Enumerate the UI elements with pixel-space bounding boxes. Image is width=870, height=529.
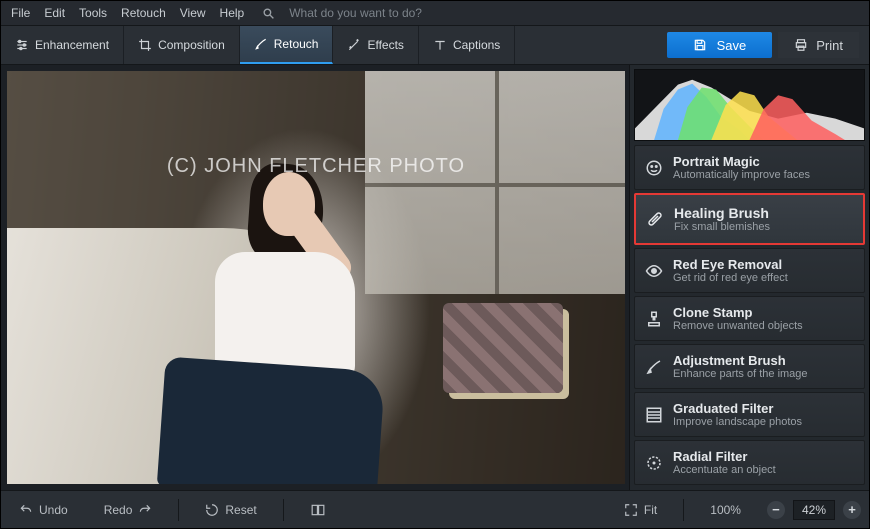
brush-icon (254, 37, 268, 51)
tool-radial-filter[interactable]: Radial Filter Accentuate an object (634, 440, 865, 485)
tool-title: Clone Stamp (673, 305, 803, 320)
undo-button[interactable]: Undo (9, 499, 78, 521)
tool-desc: Enhance parts of the image (673, 368, 808, 380)
stamp-icon (645, 310, 663, 328)
print-icon (794, 38, 808, 52)
compare-icon (310, 503, 326, 517)
photo-pillow (443, 303, 563, 393)
face-icon (645, 159, 663, 177)
reset-button[interactable]: Reset (195, 499, 266, 521)
tool-portrait-magic[interactable]: Portrait Magic Automatically improve fac… (634, 145, 865, 190)
radial-icon (645, 454, 663, 472)
reset-label: Reset (225, 503, 256, 517)
zoom-in-button[interactable]: + (843, 501, 861, 519)
fit-button[interactable]: Fit (614, 499, 667, 521)
brush2-icon (645, 358, 663, 376)
eye-icon (645, 262, 663, 280)
menu-edit[interactable]: Edit (44, 6, 65, 20)
text-icon (433, 38, 447, 52)
redo-icon (138, 503, 152, 517)
menu-tools[interactable]: Tools (79, 6, 107, 20)
canvas-area: (C) JOHN FLETCHER PHOTO (1, 65, 629, 490)
print-button[interactable]: Print (778, 32, 859, 58)
right-panel: Portrait Magic Automatically improve fac… (629, 65, 869, 490)
tool-title: Radial Filter (673, 449, 776, 464)
save-icon (693, 38, 707, 52)
tool-clone-stamp[interactable]: Clone Stamp Remove unwanted objects (634, 296, 865, 341)
image-canvas[interactable]: (C) JOHN FLETCHER PHOTO (7, 71, 625, 484)
reset-icon (205, 503, 219, 517)
tab-retouch[interactable]: Retouch (240, 26, 334, 64)
tab-label: Retouch (274, 37, 319, 51)
tool-title: Portrait Magic (673, 154, 810, 169)
tool-graduated-filter[interactable]: Graduated Filter Improve landscape photo… (634, 392, 865, 437)
zoom-100-button[interactable]: 100% (700, 499, 751, 521)
tool-red-eye[interactable]: Red Eye Removal Get rid of red eye effec… (634, 248, 865, 293)
tool-title: Adjustment Brush (673, 353, 808, 368)
tool-desc: Remove unwanted objects (673, 320, 803, 332)
tab-composition[interactable]: Composition (124, 26, 240, 64)
histogram (634, 69, 865, 141)
tab-label: Enhancement (35, 38, 109, 52)
tab-label: Effects (367, 38, 403, 52)
tool-adjustment-brush[interactable]: Adjustment Brush Enhance parts of the im… (634, 344, 865, 389)
tool-desc: Get rid of red eye effect (673, 272, 788, 284)
save-label: Save (717, 38, 747, 53)
tool-desc: Fix small blemishes (674, 221, 770, 233)
undo-label: Undo (39, 503, 68, 517)
tool-desc: Automatically improve faces (673, 169, 810, 181)
photo-window (365, 71, 625, 294)
tool-desc: Accentuate an object (673, 464, 776, 476)
tool-healing-brush[interactable]: Healing Brush Fix small blemishes (634, 193, 865, 245)
tab-label: Composition (158, 38, 225, 52)
menu-file[interactable]: File (11, 6, 30, 20)
divider (178, 499, 179, 521)
redo-label: Redo (104, 503, 133, 517)
bottom-bar: Undo Redo Reset Fit 100% − 42% + (1, 490, 869, 528)
zoom-value[interactable]: 42% (793, 500, 835, 520)
crop-icon (138, 38, 152, 52)
menu-bar: File Edit Tools Retouch View Help (1, 1, 869, 25)
fit-label: Fit (644, 503, 657, 517)
menu-help[interactable]: Help (220, 6, 245, 20)
photo-person (143, 124, 383, 484)
menu-retouch[interactable]: Retouch (121, 6, 166, 20)
tab-enhancement[interactable]: Enhancement (1, 26, 124, 64)
search-icon (262, 7, 275, 20)
tool-title: Red Eye Removal (673, 257, 788, 272)
tab-captions[interactable]: Captions (419, 26, 515, 64)
tool-title: Healing Brush (674, 205, 770, 221)
toolbar: Enhancement Composition Retouch Effects … (1, 25, 869, 65)
tab-effects[interactable]: Effects (333, 26, 418, 64)
gradient-icon (645, 406, 663, 424)
divider (683, 499, 684, 521)
save-button[interactable]: Save (667, 32, 773, 58)
menu-view[interactable]: View (180, 6, 206, 20)
toolbar-tabs: Enhancement Composition Retouch Effects … (1, 26, 515, 64)
wand-icon (347, 38, 361, 52)
compare-button[interactable] (300, 499, 336, 521)
tool-title: Graduated Filter (673, 401, 802, 416)
retouch-tool-list: Portrait Magic Automatically improve fac… (634, 145, 865, 485)
fit-icon (624, 503, 638, 517)
undo-icon (19, 503, 33, 517)
redo-button[interactable]: Redo (94, 499, 163, 521)
tool-desc: Improve landscape photos (673, 416, 802, 428)
search-input[interactable] (289, 6, 459, 20)
print-label: Print (816, 38, 843, 53)
tab-label: Captions (453, 38, 500, 52)
sliders-icon (15, 38, 29, 52)
divider (283, 499, 284, 521)
zoom-out-button[interactable]: − (767, 501, 785, 519)
bandage-icon (646, 210, 664, 228)
watermark-text: (C) JOHN FLETCHER PHOTO (167, 155, 465, 178)
